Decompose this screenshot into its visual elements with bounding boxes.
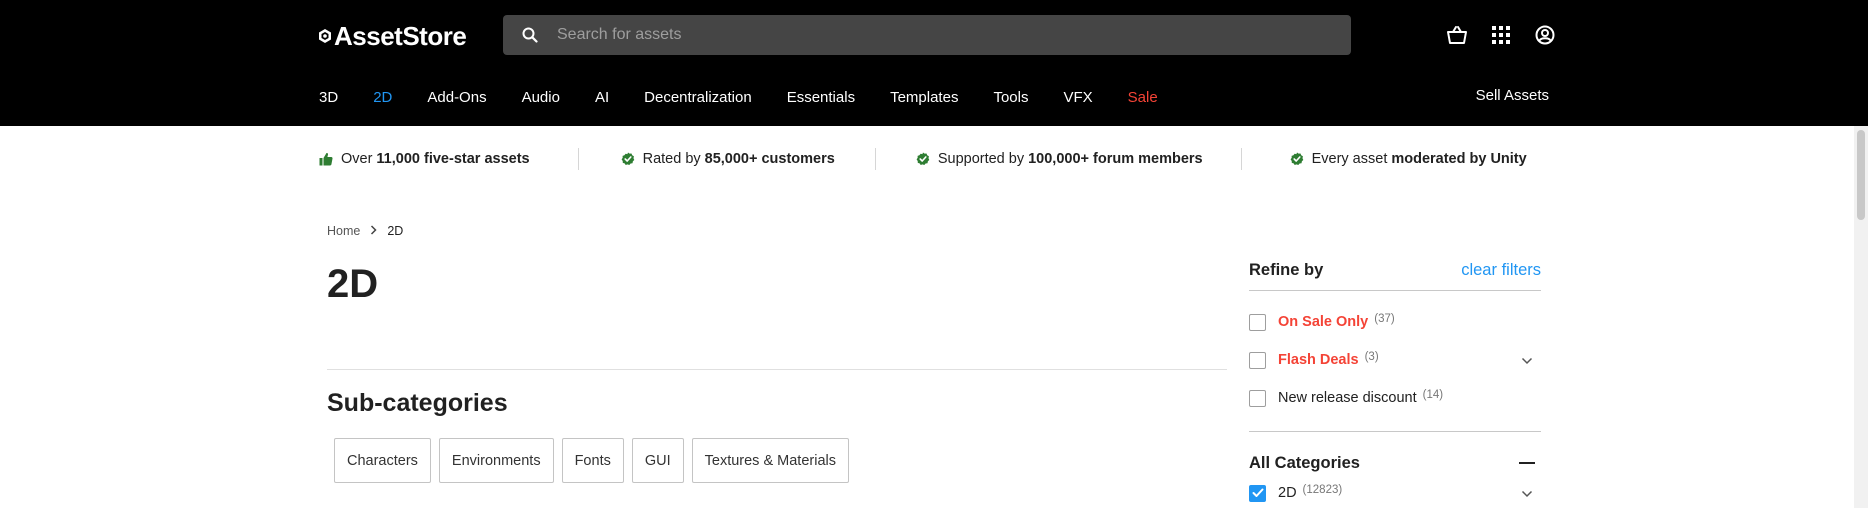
- trust-bar: Over 11,000 five-star assets Rated by 85…: [319, 145, 1549, 173]
- page-title: 2D: [327, 262, 379, 306]
- filter-count: (14): [1422, 389, 1444, 401]
- filter-on-sale-only[interactable]: On Sale Only (37): [1249, 303, 1541, 341]
- breadcrumb-home[interactable]: Home: [327, 224, 360, 238]
- logo-text: AssetStore: [334, 20, 467, 51]
- trust-prefix: Supported by: [937, 151, 1025, 167]
- sell-assets-link[interactable]: Sell Assets: [1476, 87, 1549, 104]
- refine-title: Refine by: [1249, 260, 1324, 279]
- top-header: AssetStore 3D 2D Add-Ons Audio AI Decent…: [0, 0, 1868, 126]
- breadcrumb-current: 2D: [387, 224, 404, 238]
- nav-item-sale[interactable]: Sale: [1128, 89, 1158, 106]
- refine-divider: [1249, 431, 1541, 432]
- chevron-right-icon: [370, 224, 377, 238]
- all-categories-title: All Categories: [1249, 453, 1360, 472]
- checkbox[interactable]: [1249, 389, 1266, 407]
- filter-label: New release discount: [1278, 390, 1417, 406]
- checkbox-checked[interactable]: [1249, 484, 1266, 502]
- account-icon[interactable]: [1532, 22, 1558, 48]
- nav-item-tools[interactable]: Tools: [993, 89, 1028, 106]
- category-2d[interactable]: 2D (12823): [1249, 478, 1541, 508]
- filter-label: On Sale Only: [1278, 314, 1369, 330]
- subcategories-title: Sub-categories: [327, 389, 508, 417]
- search-icon[interactable]: [503, 27, 557, 43]
- search-input[interactable]: [557, 26, 1317, 44]
- chevron-down-icon[interactable]: [1521, 486, 1533, 502]
- trust-prefix: Every asset: [1311, 151, 1388, 167]
- thumbs-up-icon: [319, 152, 333, 166]
- filter-count: (3): [1364, 351, 1379, 363]
- trust-highlight: 11,000 five-star assets: [376, 151, 530, 167]
- checkbox[interactable]: [1249, 351, 1266, 369]
- trust-item-supported: Supported by 100,000+ forum members: [916, 151, 1203, 167]
- trust-prefix: Over: [341, 151, 373, 167]
- filter-label: Flash Deals: [1278, 352, 1359, 368]
- filter-new-release-discount[interactable]: New release discount (14): [1249, 379, 1541, 417]
- category-label: 2D: [1278, 485, 1297, 501]
- clear-filters-link[interactable]: clear filters: [1461, 261, 1541, 280]
- refine-panel: Refine by clear filters On Sale Only (37…: [1249, 256, 1541, 508]
- nav-item-audio[interactable]: Audio: [522, 89, 560, 106]
- cart-icon[interactable]: [1444, 22, 1470, 48]
- category-count: (12823): [1302, 484, 1343, 496]
- unity-logo-icon: [319, 29, 331, 43]
- trust-highlight: 100,000+ forum members: [1028, 151, 1203, 167]
- trust-divider: [1240, 148, 1242, 170]
- subcategory-chip-characters[interactable]: Characters: [334, 438, 431, 483]
- nav-item-decentralization[interactable]: Decentralization: [644, 89, 752, 106]
- nav-item-3d[interactable]: 3D: [319, 89, 338, 106]
- category-nav: 3D 2D Add-Ons Audio AI Decentralization …: [319, 84, 1193, 110]
- check-badge-icon: [621, 152, 634, 165]
- search-bar[interactable]: [503, 15, 1351, 55]
- nav-item-ai[interactable]: AI: [595, 89, 609, 106]
- collapse-minus-icon[interactable]: [1519, 462, 1535, 464]
- header-actions: [1444, 22, 1558, 48]
- section-divider: [327, 369, 1227, 370]
- trust-item-moderated: Every asset moderated by Unity: [1290, 151, 1527, 167]
- checkmark-icon: [1252, 488, 1263, 497]
- trust-divider: [577, 148, 579, 170]
- nav-item-vfx[interactable]: VFX: [1063, 89, 1092, 106]
- check-badge-icon: [1290, 152, 1303, 165]
- subcategory-chip-environments[interactable]: Environments: [438, 438, 554, 483]
- trust-divider: [874, 148, 876, 170]
- refine-divider: [1249, 290, 1541, 291]
- chevron-down-icon[interactable]: [1521, 353, 1533, 369]
- trust-prefix: Rated by: [642, 151, 701, 167]
- subcategory-chip-gui[interactable]: GUI: [631, 438, 684, 483]
- nav-item-2d[interactable]: 2D: [373, 89, 392, 106]
- asset-store-logo[interactable]: AssetStore: [318, 20, 467, 52]
- nav-item-templates[interactable]: Templates: [890, 89, 958, 106]
- nav-item-essentials[interactable]: Essentials: [787, 89, 855, 106]
- subcategory-chips: Characters Environments Fonts GUI Textur…: [334, 438, 849, 483]
- trust-item-five-star: Over 11,000 five-star assets: [319, 151, 530, 167]
- breadcrumb: Home 2D: [327, 224, 403, 238]
- scrollbar-thumb[interactable]: [1857, 130, 1865, 220]
- apps-grid-icon[interactable]: [1488, 22, 1514, 48]
- trust-highlight: 85,000+ customers: [704, 151, 835, 167]
- subcategory-chip-fonts[interactable]: Fonts: [561, 438, 624, 483]
- filter-flash-deals[interactable]: Flash Deals (3): [1249, 341, 1541, 379]
- filter-count: (37): [1374, 313, 1395, 325]
- trust-highlight: moderated by Unity: [1391, 151, 1527, 167]
- refine-header: Refine by clear filters: [1249, 256, 1541, 284]
- check-badge-icon: [916, 152, 930, 165]
- trust-item-rated: Rated by 85,000+ customers: [621, 151, 835, 167]
- subcategory-chip-textures-materials[interactable]: Textures & Materials: [691, 438, 849, 483]
- nav-item-add-ons[interactable]: Add-Ons: [427, 89, 486, 106]
- all-categories-header[interactable]: All Categories: [1249, 448, 1541, 478]
- checkbox[interactable]: [1249, 313, 1266, 331]
